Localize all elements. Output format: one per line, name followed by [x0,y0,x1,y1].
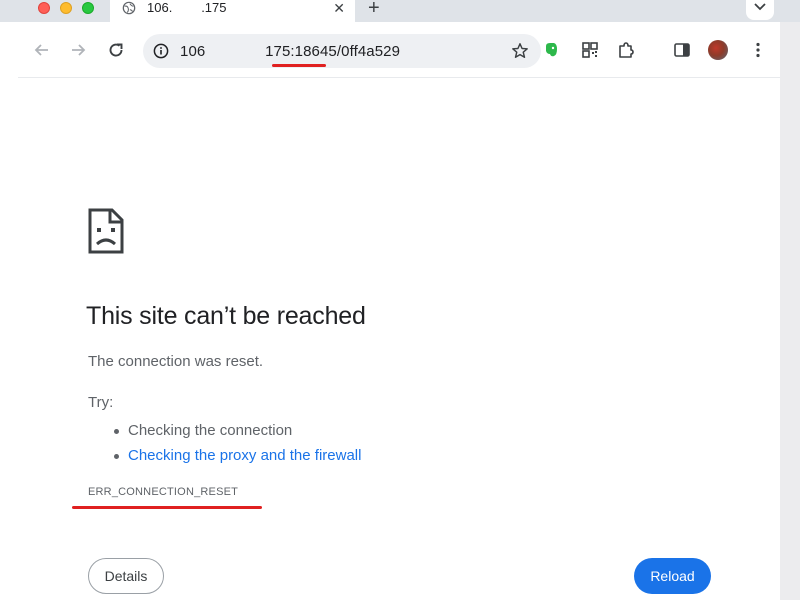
reload-icon[interactable] [106,40,126,60]
globe-icon [122,1,136,15]
url-text[interactable]: 106 175:18645/0ff4a529 [180,43,400,60]
try-label: Try: [88,394,114,411]
arrow-left-icon[interactable] [32,40,52,60]
error-code: ERR_CONNECTION_RESET [88,486,239,498]
more-vert-icon[interactable] [748,40,768,60]
details-button[interactable]: Details [88,558,164,594]
close-icon[interactable]: ✕ [333,1,345,15]
window-minimize-button[interactable] [60,2,72,14]
evernote-icon[interactable] [541,40,561,60]
error-heading: This site can’t be reached [86,302,366,330]
chevron-down-icon [754,3,766,11]
address-bar[interactable]: 106 175:18645/0ff4a529 [143,34,541,68]
sad-page-icon [88,208,124,254]
sidebar-icon[interactable] [672,40,692,60]
suggestion-list: Checking the connection Checking the pro… [112,418,361,468]
qr-code-icon[interactable] [580,40,600,60]
star-icon[interactable] [511,42,529,60]
error-page: This site can’t be reached The connectio… [18,78,780,600]
puzzle-icon[interactable] [616,40,636,60]
error-code-annotation-underline [72,506,262,509]
error-description: The connection was reset. [88,353,264,370]
suggestion-check-connection: Checking the connection [112,418,361,443]
window-left-edge [0,22,18,600]
profile-avatar[interactable] [708,40,728,60]
info-icon[interactable] [153,43,169,59]
browser-toolbar: 106 175:18645/0ff4a529 [18,22,780,78]
url-annotation-underline [272,64,326,67]
tab-search-button[interactable] [746,0,774,20]
new-tab-button[interactable]: + [368,0,380,18]
window-zoom-button[interactable] [82,2,94,14]
arrow-right-icon[interactable] [68,40,88,60]
tab-strip: 106. .175 ✕ + [0,0,800,22]
tab-title: 106. .175 [147,0,227,15]
browser-tab[interactable]: 106. .175 ✕ [110,0,355,22]
window-right-edge [780,22,800,600]
reload-button[interactable]: Reload [634,558,711,594]
suggestion-check-proxy-link[interactable]: Checking the proxy and the firewall [112,443,361,468]
window-close-button[interactable] [38,2,50,14]
